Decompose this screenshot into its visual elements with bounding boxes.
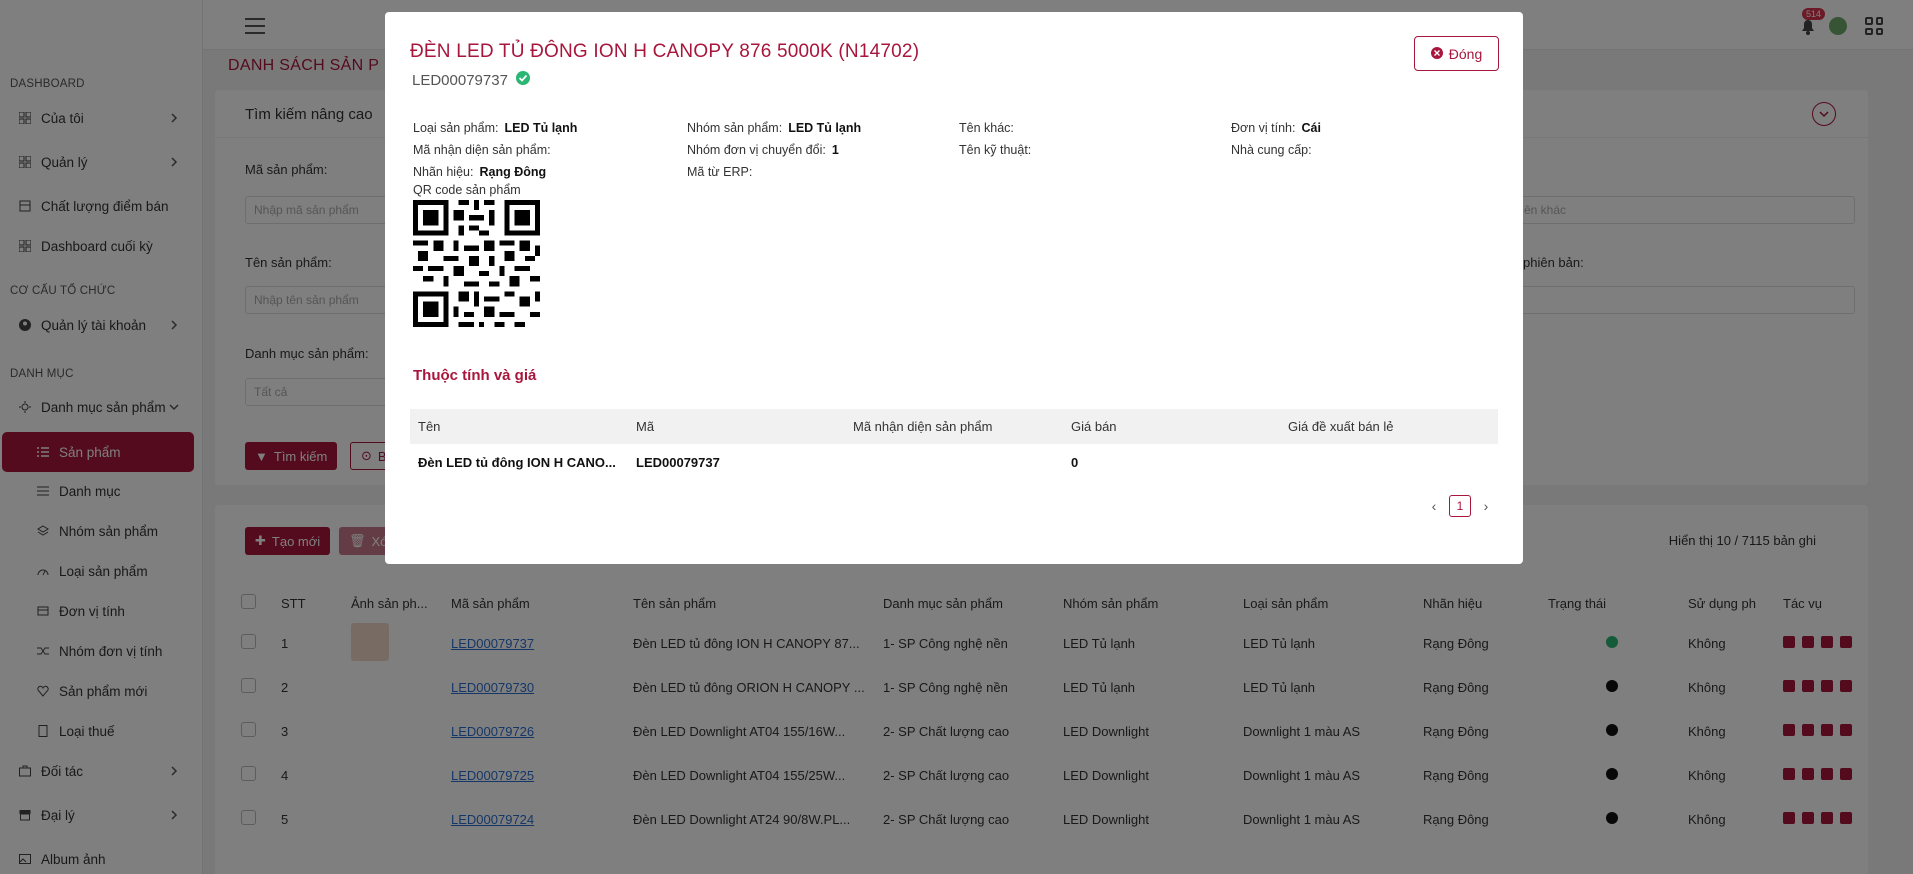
field-unit: Đơn vị tính: Cái xyxy=(1231,121,1321,135)
table-row: Đèn LED tủ đông ION H CANO... LED0007973… xyxy=(410,444,1498,480)
pagination: ‹ 1 › xyxy=(1427,495,1493,517)
attr-name: Đèn LED tủ đông ION H CANO... xyxy=(418,454,616,470)
modal-product-code: LED00079737 xyxy=(412,71,530,89)
attr-code: LED00079737 xyxy=(636,454,720,470)
table-header-row: Tên Mã Mã nhận diện sản phẩm Giá bán Giá… xyxy=(410,409,1498,444)
product-qr-code xyxy=(413,200,540,327)
field-conversion-group: Nhóm đơn vị chuyển đổi: 1 xyxy=(687,143,839,157)
field-erp-code: Mã từ ERP: xyxy=(687,165,753,179)
field-product-identifier: Mã nhận diện sản phẩm: xyxy=(413,143,551,157)
column-header: Tên xyxy=(418,419,441,434)
field-brand: Nhãn hiệu: Rạng Đông xyxy=(413,165,547,179)
field-other-name: Tên khác: xyxy=(959,121,1014,135)
column-header: Mã nhận diện sản phẩm xyxy=(853,419,993,434)
field-product-group: Nhóm sản phẩm: LED Tủ lạnh xyxy=(687,121,862,135)
column-header: Mã xyxy=(636,419,655,434)
attr-price: 0 xyxy=(1071,454,1079,470)
field-supplier: Nhà cung cấp: xyxy=(1231,143,1312,157)
close-button[interactable]: Đóng xyxy=(1414,36,1499,71)
attributes-table: Tên Mã Mã nhận diện sản phẩm Giá bán Giá… xyxy=(410,409,1498,480)
verified-check-icon xyxy=(515,71,530,89)
field-product-type: Loại sản phẩm: LED Tủ lạnh xyxy=(413,121,578,135)
column-header: Giá bán xyxy=(1071,419,1117,434)
modal-title: ĐÈN LED TỦ ĐÔNG ION H CANOPY 876 5000K (… xyxy=(410,41,920,62)
field-technical-name: Tên kỹ thuật: xyxy=(959,143,1032,157)
product-code-text: LED00079737 xyxy=(412,71,508,89)
qr-code-label: QR code sản phẩm xyxy=(413,183,521,197)
column-header: Giá đề xuất bán lẻ xyxy=(1288,419,1394,434)
chevron-right-icon[interactable]: › xyxy=(1479,499,1493,513)
product-detail-modal: ĐÈN LED TỦ ĐÔNG ION H CANOPY 876 5000K (… xyxy=(385,12,1523,564)
close-circle-icon xyxy=(1430,46,1443,62)
chevron-left-icon[interactable]: ‹ xyxy=(1427,499,1441,513)
page-number-button[interactable]: 1 xyxy=(1449,495,1471,517)
attributes-price-title: Thuộc tính và giá xyxy=(413,367,537,384)
